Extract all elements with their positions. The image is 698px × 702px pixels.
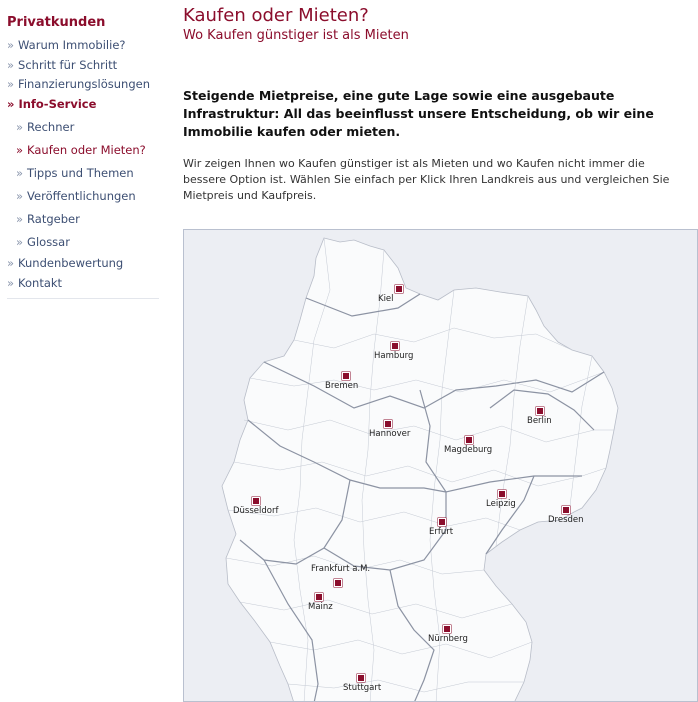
chevron-double-right-icon: » [7,96,15,111]
city-label: Mainz [308,602,333,612]
sidebar-item-info-service[interactable]: » Info-Service [0,95,160,115]
city-label: Frankfurt a.M. [311,564,371,574]
lead-paragraph: Steigende Mietpreise, eine gute Lage sow… [183,88,654,139]
map-pin-icon [438,518,446,526]
chevron-double-right-icon: » [16,235,24,249]
map-pin-icon [334,579,342,587]
city-label: Nürnberg [428,634,468,644]
chevron-double-right-icon: » [7,275,15,290]
sidebar-item-label: Warum Immobilie? [18,38,126,52]
sidebar-divider [7,298,159,299]
sidebar-item-label: Rechner [27,120,75,134]
city-label: Kiel [378,294,394,304]
map-pin-icon [391,342,399,350]
sidebar: Privatkunden » Warum Immobilie? » Schritt … [0,0,160,299]
city-label: Düsseldorf [233,506,279,516]
germany-map-shape [221,237,619,702]
germany-outline[interactable] [221,237,619,702]
main-content: Kaufen oder Mieten? Wo Kaufen günstiger … [183,0,698,204]
city-label: Bremen [325,381,359,391]
map-pin-icon [498,490,506,498]
city-label: Berlin [527,416,552,426]
city-label: Magdeburg [444,445,493,455]
map-pin-icon [315,593,323,601]
chevron-double-right-icon: » [7,77,15,91]
intro-paragraph: Wir zeigen Ihnen wo Kaufen günstiger ist… [183,157,670,202]
chevron-double-right-icon: » [7,57,15,72]
chevron-double-right-icon: » [16,212,24,226]
sidebar-item-label: Ratgeber [27,212,80,226]
map-pin-icon [384,420,392,428]
sidebar-item-label: Veröffentlichungen [27,189,136,203]
map-pin-icon [342,372,350,380]
city-label: Leipzig [486,499,516,509]
sidebar-item-kundenbewertung[interactable]: » Kundenbewertung [0,254,160,274]
sidebar-item-kontakt[interactable]: » Kontakt [0,274,160,294]
sidebar-item-label: Tipps und Themen [27,166,134,180]
sidebar-item-label: Glossar [27,235,70,249]
city-label: Hannover [369,429,411,439]
sidebar-item-label: Kaufen oder Mieten? [27,143,146,157]
map-pin-icon [443,625,451,633]
city-label: Dresden [548,515,584,525]
page-subtitle: Wo Kaufen günstiger ist als Mieten [183,28,409,43]
sidebar-item-label: Schritt für Schritt [18,57,118,72]
sidebar-title: Privatkunden [7,15,106,30]
map-pin-icon [562,506,570,514]
map-pin-icon [357,674,365,682]
chevron-double-right-icon: » [16,120,24,134]
germany-map[interactable]: Kiel Hamburg Bremen Berlin Hannover Magd… [183,229,698,702]
sidebar-item-tipps-und-themen[interactable]: » Tipps und Themen [0,162,160,185]
chevron-double-right-icon: » [7,256,15,270]
map-pin-icon [252,497,260,505]
chevron-double-right-icon: » [16,166,24,180]
sidebar-item-label: Kundenbewertung [18,256,124,270]
sidebar-item-finanzierungsloesungen[interactable]: » Finanzierungslösungen [0,75,160,95]
city-label: Stuttgart [343,683,382,693]
city-label: Erfurt [429,527,454,537]
sidebar-item-schritt-fuer-schritt[interactable]: » Schritt für Schritt [0,56,160,76]
sidebar-item-label: Kontakt [18,275,63,290]
chevron-double-right-icon: » [16,143,24,157]
map-pin-icon [536,407,544,415]
sidebar-item-veroeffentlichungen[interactable]: » Veröffentlichungen [0,185,160,208]
sidebar-item-label: Info-Service [18,96,97,111]
chevron-double-right-icon: » [7,38,15,52]
sidebar-item-glossar[interactable]: » Glossar [0,231,160,254]
sidebar-item-label: Finanzierungslösungen [18,77,151,91]
sidebar-item-ratgeber[interactable]: » Ratgeber [0,208,160,231]
map-pin-icon [465,436,473,444]
chevron-double-right-icon: » [16,189,24,203]
map-pin-icon [395,285,403,293]
sidebar-item-kaufen-oder-mieten[interactable]: » Kaufen oder Mieten? [0,139,160,162]
sidebar-item-warum-immobilie[interactable]: » Warum Immobilie? [0,36,160,56]
sidebar-item-rechner[interactable]: » Rechner [0,116,160,139]
page-title: Kaufen oder Mieten? [183,5,369,26]
city-label: Hamburg [374,351,414,361]
